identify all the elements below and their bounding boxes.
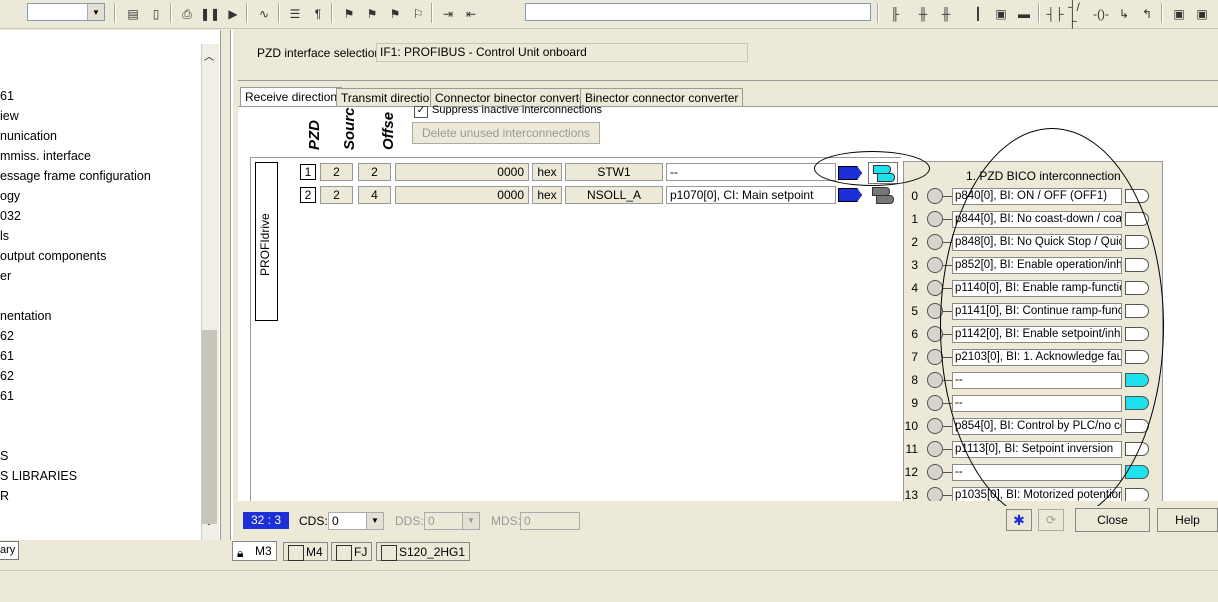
bico-index: 8 bbox=[911, 373, 918, 387]
tree-bottom-tab[interactable]: ary bbox=[0, 541, 19, 560]
chevron-down-icon: ▼ bbox=[462, 513, 479, 529]
annotation-ellipse-small bbox=[814, 151, 930, 186]
table-icon bbox=[336, 545, 352, 561]
window-tab-label: S120_2HG1 bbox=[399, 545, 466, 559]
window-tab-label: M3 bbox=[255, 544, 272, 558]
window-tab-m3[interactable]: 🔒︎ M3 bbox=[232, 541, 277, 561]
position-indicator: 32 : 3 bbox=[243, 512, 289, 529]
bico-index: 3 bbox=[911, 258, 918, 272]
bico-index: 10 bbox=[904, 419, 918, 433]
bico-input-icon[interactable] bbox=[927, 418, 943, 434]
refresh-icon: ⟳ bbox=[1038, 509, 1064, 531]
bico-input-icon[interactable] bbox=[927, 395, 943, 411]
bico-index: 11 bbox=[905, 442, 918, 456]
bico-input-icon[interactable] bbox=[927, 441, 943, 457]
bico-input-icon[interactable] bbox=[927, 487, 943, 501]
bico-index: 1 bbox=[911, 212, 918, 226]
cds-select[interactable]: 0 ▼ bbox=[328, 512, 384, 530]
bico-input-icon[interactable] bbox=[927, 188, 943, 204]
window-tab-m4[interactable]: M4 bbox=[283, 542, 328, 561]
cds-value: 0 bbox=[332, 514, 339, 528]
bico-index: 2 bbox=[911, 235, 918, 249]
drive-icon bbox=[381, 545, 397, 561]
mds-value: 0 bbox=[524, 514, 531, 528]
window-tab-label: FJ bbox=[354, 545, 368, 559]
window-tab-s120[interactable]: S120_2HG1 bbox=[376, 542, 471, 561]
online-icon[interactable]: ✱ bbox=[1006, 509, 1032, 531]
close-button[interactable]: Close bbox=[1075, 508, 1150, 532]
annotation-ellipse-large bbox=[940, 128, 1164, 524]
bico-index: 7 bbox=[911, 350, 918, 364]
lock-icon: 🔒︎ bbox=[237, 546, 244, 560]
bico-index: 12 bbox=[904, 465, 918, 479]
chevron-down-icon[interactable]: ▼ bbox=[366, 513, 383, 529]
tree-bottom-tab-label: ary bbox=[0, 544, 16, 556]
bico-index: 5 bbox=[911, 304, 918, 318]
cds-label: CDS: bbox=[299, 514, 328, 528]
bico-input-icon[interactable] bbox=[927, 211, 943, 227]
bico-input-icon[interactable] bbox=[927, 234, 943, 250]
dds-label: DDS: bbox=[395, 514, 424, 528]
bico-index: 6 bbox=[911, 327, 918, 341]
bico-input-icon[interactable] bbox=[927, 372, 943, 388]
bico-index: 9 bbox=[911, 396, 918, 410]
bico-connector-icon[interactable] bbox=[1125, 488, 1149, 501]
window-tab-fj[interactable]: FJ bbox=[331, 542, 373, 561]
dialog-bottom-bar bbox=[238, 506, 1218, 536]
dds-value: 0 bbox=[428, 514, 435, 528]
bico-input-icon[interactable] bbox=[927, 257, 943, 273]
table-icon bbox=[288, 545, 304, 561]
window-tab-label: M4 bbox=[306, 545, 323, 559]
bico-input-icon[interactable] bbox=[927, 464, 943, 480]
dds-select: 0 ▼ bbox=[424, 512, 480, 530]
help-button[interactable]: Help bbox=[1157, 508, 1218, 532]
bico-index: 0 bbox=[911, 189, 918, 203]
bico-index: 4 bbox=[911, 281, 918, 295]
mds-label: MDS: bbox=[491, 514, 521, 528]
status-bar bbox=[0, 570, 1218, 602]
mds-field: 0 bbox=[520, 512, 580, 530]
bico-index: 13 bbox=[904, 488, 918, 501]
